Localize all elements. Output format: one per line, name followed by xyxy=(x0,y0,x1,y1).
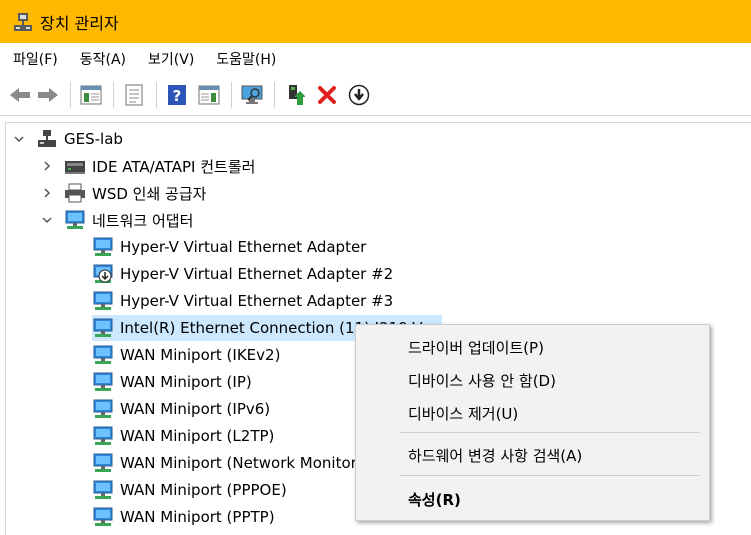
network-adapter-icon xyxy=(92,479,114,501)
forward-icon[interactable] xyxy=(36,83,60,107)
ide-controller-icon xyxy=(64,155,86,177)
toolbar-separator xyxy=(156,82,157,108)
device-wan-ip[interactable]: WAN Miniport (IP) xyxy=(92,369,252,395)
menu-bar: 파일(F) 동작(A) 보기(V) 도움말(H) xyxy=(0,43,751,75)
device-wan-pppoe[interactable]: WAN Miniport (PPPOE) xyxy=(92,477,287,503)
printer-icon xyxy=(64,182,86,204)
category-wsd-print[interactable]: WSD 인쇄 공급자 xyxy=(40,180,206,206)
network-adapter-icon xyxy=(92,506,114,528)
toolbar-separator xyxy=(231,82,232,108)
properties-icon[interactable] xyxy=(122,83,146,107)
network-adapter-icon xyxy=(92,344,114,366)
disabled-network-adapter-icon xyxy=(92,263,114,285)
expand-chevron-icon[interactable] xyxy=(40,159,54,173)
network-adapter-icon xyxy=(92,290,114,312)
network-adapter-icon xyxy=(92,398,114,420)
category-network-adapters[interactable]: 네트워크 어댑터 xyxy=(40,207,193,233)
menu-update-driver[interactable]: 드라이버 업데이트(P) xyxy=(356,331,709,363)
device-hyperv-adapter[interactable]: Hyper-V Virtual Ethernet Adapter xyxy=(92,234,366,260)
collapse-chevron-icon[interactable] xyxy=(12,132,26,146)
device-label: Hyper-V Virtual Ethernet Adapter #2 xyxy=(120,265,394,283)
menu-disable-device[interactable]: 디바이스 사용 안 함(D) xyxy=(356,364,709,396)
device-wan-network-monitor[interactable]: WAN Miniport (Network Monitor) xyxy=(92,450,363,476)
device-label: WAN Miniport (L2TP) xyxy=(120,427,275,445)
device-hyperv-adapter-2[interactable]: Hyper-V Virtual Ethernet Adapter #2 xyxy=(92,261,393,287)
device-label: Hyper-V Virtual Ethernet Adapter #3 xyxy=(120,292,394,310)
network-adapter-icon xyxy=(92,317,114,339)
device-wan-pptp[interactable]: WAN Miniport (PPTP) xyxy=(92,504,275,530)
title-bar: 장치 관리자 xyxy=(0,0,751,43)
update-driver-icon[interactable] xyxy=(283,83,307,107)
device-label: WAN Miniport (IPv6) xyxy=(120,400,271,418)
menu-separator xyxy=(400,475,700,476)
network-adapter-icon xyxy=(92,371,114,393)
collapse-chevron-icon[interactable] xyxy=(40,213,54,227)
device-label: WAN Miniport (PPPOE) xyxy=(120,481,287,499)
menu-scan-hardware[interactable]: 하드웨어 변경 사항 검색(A) xyxy=(356,439,709,471)
tree-root[interactable]: GES-lab xyxy=(12,126,123,152)
expand-chevron-icon[interactable] xyxy=(40,186,54,200)
computer-icon xyxy=(36,128,58,150)
category-ide-controllers[interactable]: IDE ATA/ATAPI 컨트롤러 xyxy=(40,153,255,179)
network-adapter-icon xyxy=(92,236,114,258)
device-manager-icon xyxy=(12,11,34,33)
toolbar: ? xyxy=(0,75,751,116)
toolbar-separator xyxy=(113,82,114,108)
menu-uninstall-device[interactable]: 디바이스 제거(U) xyxy=(356,397,709,429)
category-label: WSD 인쇄 공급자 xyxy=(92,184,207,203)
network-adapter-icon xyxy=(92,452,114,474)
menu-separator xyxy=(400,432,700,433)
action-pane-icon[interactable] xyxy=(197,83,221,107)
menu-view[interactable]: 보기(V) xyxy=(139,49,203,69)
disable-icon[interactable] xyxy=(347,83,371,107)
menu-file[interactable]: 파일(F) xyxy=(4,49,67,69)
show-hide-tree-icon[interactable] xyxy=(79,83,103,107)
network-adapter-icon xyxy=(64,209,86,231)
uninstall-icon[interactable] xyxy=(315,83,339,107)
device-label: WAN Miniport (PPTP) xyxy=(120,508,275,526)
device-label: WAN Miniport (IKEv2) xyxy=(120,346,281,364)
toolbar-separator xyxy=(274,82,275,108)
help-icon[interactable]: ? xyxy=(165,83,189,107)
menu-action[interactable]: 동작(A) xyxy=(71,49,135,69)
back-icon[interactable] xyxy=(8,83,32,107)
device-label: Hyper-V Virtual Ethernet Adapter xyxy=(120,238,367,256)
category-label: 네트워크 어댑터 xyxy=(92,211,194,230)
toolbar-separator xyxy=(70,82,71,108)
context-menu: 드라이버 업데이트(P) 디바이스 사용 안 함(D) 디바이스 제거(U) 하… xyxy=(355,324,710,521)
device-label: WAN Miniport (IP) xyxy=(120,373,252,391)
category-label: IDE ATA/ATAPI 컨트롤러 xyxy=(92,157,256,176)
menu-help[interactable]: 도움말(H) xyxy=(207,49,285,69)
tree-root-label: GES-lab xyxy=(64,130,123,148)
device-label: WAN Miniport (Network Monitor) xyxy=(120,454,363,472)
menu-properties[interactable]: 속성(R) xyxy=(356,483,709,515)
device-wan-ipv6[interactable]: WAN Miniport (IPv6) xyxy=(92,396,270,422)
network-adapter-icon xyxy=(92,425,114,447)
device-wan-l2tp[interactable]: WAN Miniport (L2TP) xyxy=(92,423,274,449)
window-title: 장치 관리자 xyxy=(40,13,119,33)
svg-text:?: ? xyxy=(173,87,182,105)
device-wan-ikev2[interactable]: WAN Miniport (IKEv2) xyxy=(92,342,280,368)
device-hyperv-adapter-3[interactable]: Hyper-V Virtual Ethernet Adapter #3 xyxy=(92,288,393,314)
scan-hardware-icon[interactable] xyxy=(240,83,264,107)
